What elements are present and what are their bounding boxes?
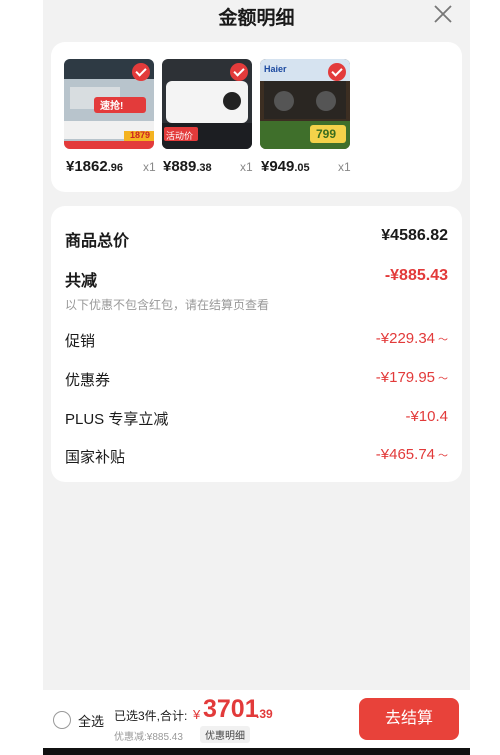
product-price-2: ¥889.38 bbox=[163, 158, 212, 175]
coupon-label: 优惠券 bbox=[65, 372, 111, 389]
selected-info: 已选3件,合计: bbox=[114, 709, 188, 723]
select-all-label[interactable]: 全选 bbox=[78, 711, 104, 730]
total-amount-decimal: .39 bbox=[256, 707, 273, 721]
total-currency: ¥ bbox=[193, 707, 201, 722]
total-amount-integer: 3701 bbox=[203, 695, 259, 723]
promo-price-tag: 799 bbox=[316, 127, 337, 141]
selected-check-icon bbox=[132, 63, 150, 81]
total-price-label: 商品总价 bbox=[65, 233, 130, 250]
checkout-footer: 全选 已选3件,合计: ¥ 3701 .39 优惠减:¥885.43 优惠明细 … bbox=[43, 690, 470, 748]
product-qty-2: x1 bbox=[240, 160, 253, 174]
sheet-header: 金额明细 bbox=[43, 0, 470, 32]
product-image-3[interactable]: Haier 799 bbox=[260, 59, 350, 149]
promo-badge: 速抢! bbox=[100, 101, 124, 112]
discount-note: 以下优惠不包含红包，请在结算页查看 bbox=[65, 298, 270, 312]
selected-check-icon bbox=[230, 63, 248, 81]
discount-detail-button[interactable]: 优惠明细 bbox=[200, 726, 250, 743]
product-qty-3: x1 bbox=[338, 160, 351, 174]
amount-detail-sheet: 金额明细 速抢! 1879 活动价 Haier 799 ¥1862.96 x1 … bbox=[43, 0, 470, 755]
selected-check-icon bbox=[328, 63, 346, 81]
discount-summary: 优惠减:¥885.43 bbox=[114, 732, 183, 743]
product-price-1: ¥1862.96 bbox=[66, 158, 124, 175]
select-all-radio[interactable] bbox=[53, 711, 71, 729]
brand-logo: Haier bbox=[264, 64, 287, 74]
plus-discount-label: PLUS 专享立减 bbox=[65, 411, 169, 428]
subsidy-label: 国家补贴 bbox=[65, 449, 126, 466]
total-price-value: ¥4586.82 bbox=[381, 227, 448, 244]
subsidy-value: -¥465.74 bbox=[375, 446, 435, 463]
promo-price-tag: 1879 bbox=[130, 130, 151, 140]
promo-badge: 活动价 bbox=[166, 131, 194, 141]
product-image-1[interactable]: 速抢! 1879 bbox=[64, 59, 154, 149]
price-summary-card: 商品总价 ¥4586.82 共减 -¥885.43 以下优惠不包含红包，请在结算… bbox=[51, 206, 462, 482]
page-title: 金额明细 bbox=[218, 8, 295, 29]
coupon-value: -¥179.95 bbox=[375, 369, 435, 386]
home-indicator-bar bbox=[43, 748, 470, 755]
product-qty-1: x1 bbox=[143, 160, 156, 174]
promotion-label: 促销 bbox=[65, 333, 96, 350]
product-price-3: ¥949.05 bbox=[261, 158, 310, 175]
discount-label: 共减 bbox=[65, 273, 98, 290]
chevron-down-icon: 〜 bbox=[438, 451, 448, 462]
close-icon[interactable] bbox=[432, 3, 454, 25]
chevron-down-icon: 〜 bbox=[438, 335, 448, 346]
product-card: 速抢! 1879 活动价 Haier 799 ¥1862.96 x1 ¥889.… bbox=[51, 42, 462, 192]
plus-discount-value: -¥10.4 bbox=[405, 408, 448, 425]
discount-value: -¥885.43 bbox=[384, 267, 448, 284]
chevron-down-icon: 〜 bbox=[438, 374, 448, 385]
promotion-value: -¥229.34 bbox=[375, 330, 435, 347]
checkout-button[interactable]: 去结算 bbox=[359, 698, 459, 740]
product-image-2[interactable]: 活动价 bbox=[162, 59, 252, 149]
